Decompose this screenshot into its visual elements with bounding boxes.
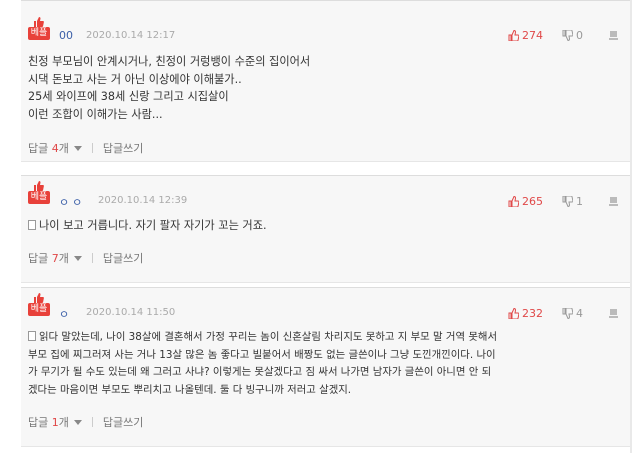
comment-line: 부모 집에 찌그러져 사는 거나 13살 많은 놈 좋다고 빌붙어서 배짱도 없… xyxy=(28,348,496,361)
document-icon xyxy=(28,220,36,230)
comment-author[interactable]: ㅇ xyxy=(59,306,69,322)
comment-item: 베플 00 2020.10.14 12:17 274 0 친정 부모님이 안계시… xyxy=(21,0,630,162)
upvote-count: 265 xyxy=(522,195,543,208)
upvote-count: 232 xyxy=(522,307,543,320)
upvote-button[interactable]: 265 xyxy=(508,195,543,208)
comment-list: 베플 00 2020.10.14 12:17 274 0 친정 부모님이 안계시… xyxy=(0,0,632,453)
comment-date: 2020.10.14 12:17 xyxy=(86,30,176,41)
downvote-count: 0 xyxy=(576,29,583,42)
downvote-count: 4 xyxy=(576,307,583,320)
comment-line: 이런 조합이 이해가는 사람... xyxy=(28,107,163,121)
report-icon[interactable] xyxy=(609,31,618,40)
thumbs-up-icon xyxy=(34,17,44,27)
comment-line: 친정 부모님이 안계시거나, 친정이 거렁뱅이 수준의 집이어서 xyxy=(28,55,311,68)
best-label: 베플 xyxy=(28,303,50,316)
comment-author[interactable]: ㅇㅇ xyxy=(59,194,85,210)
reply-toggle-button[interactable]: 답글 4개 xyxy=(28,142,82,155)
thumbs-down-icon xyxy=(562,196,573,207)
write-reply-button[interactable]: 답글쓰기 xyxy=(103,416,143,429)
best-label: 베플 xyxy=(28,27,50,40)
downvote-count: 1 xyxy=(576,195,583,208)
divider xyxy=(91,143,93,153)
thumbs-up-icon xyxy=(508,308,519,319)
thumbs-up-icon xyxy=(34,181,44,191)
divider xyxy=(91,253,93,263)
comment-line: 나이 보고 거릅니다. 자기 팔자 자기가 꼬는 거죠. xyxy=(28,217,628,235)
report-icon[interactable] xyxy=(609,309,618,318)
downvote-button[interactable]: 1 xyxy=(562,195,583,208)
reply-toggle-button[interactable]: 답글 7개 xyxy=(28,252,82,265)
report-icon[interactable] xyxy=(609,197,618,206)
document-icon xyxy=(28,331,36,341)
reply-count: 1 xyxy=(51,416,59,429)
comment-author[interactable]: 00 xyxy=(59,29,73,42)
write-reply-button[interactable]: 답글쓰기 xyxy=(103,142,143,155)
best-comment-badge: 베플 xyxy=(28,17,50,41)
upvote-button[interactable]: 232 xyxy=(508,307,543,320)
best-comment-badge: 베플 xyxy=(28,181,50,205)
thumbs-down-icon xyxy=(562,30,573,41)
comment-date: 2020.10.14 12:39 xyxy=(98,195,188,206)
upvote-count: 274 xyxy=(522,29,543,42)
comment-line: 시댁 돈보고 사는 거 아닌 이상에야 이해불가.. xyxy=(28,72,242,86)
divider xyxy=(91,417,93,427)
comment-footer: 답글 7개 답글쓰기 xyxy=(28,250,143,266)
comment-footer: 답글 4개 답글쓰기 xyxy=(28,140,143,156)
comment-item: 베플 ㅇ 2020.10.14 11:50 232 4 읽다 말았는데, 나이 … xyxy=(21,287,630,447)
upvote-button[interactable]: 274 xyxy=(508,29,543,42)
comment-line: 읽다 말았는데, 나이 38살에 결혼해서 가정 꾸리는 놈이 신혼살림 차리지… xyxy=(28,329,628,347)
chevron-down-icon xyxy=(73,146,82,151)
comment-body: 나이 보고 거릅니다. 자기 팔자 자기가 꼬는 거죠. xyxy=(28,217,628,235)
reply-count: 7 xyxy=(51,252,59,265)
thumbs-up-icon xyxy=(508,30,519,41)
comment-line: 겠다는 마음이면 부모도 뿌리치고 나올텐데. 둘 다 빙구니까 저러고 살겠지… xyxy=(28,383,352,396)
downvote-button[interactable]: 0 xyxy=(562,29,583,42)
comment-item: 베플 ㅇㅇ 2020.10.14 12:39 265 1 나이 보고 거릅니다.… xyxy=(21,175,630,283)
write-reply-button[interactable]: 답글쓰기 xyxy=(103,252,143,265)
reply-toggle-button[interactable]: 답글 1개 xyxy=(28,416,82,429)
chevron-down-icon xyxy=(73,420,82,425)
thumbs-down-icon xyxy=(562,308,573,319)
thumbs-up-icon xyxy=(34,293,44,303)
reply-count: 4 xyxy=(51,142,59,155)
comment-body: 친정 부모님이 안계시거나, 친정이 거렁뱅이 수준의 집이어서 시댁 돈보고 … xyxy=(28,53,628,123)
downvote-button[interactable]: 4 xyxy=(562,307,583,320)
best-comment-badge: 베플 xyxy=(28,293,50,317)
comment-line: 가 무기가 될 수도 있는데 왜 그러고 사냐? 이렇게는 못살겠다고 짐 싸서… xyxy=(28,366,492,378)
thumbs-up-icon xyxy=(508,196,519,207)
comment-body: 읽다 말았는데, 나이 38살에 결혼해서 가정 꾸리는 놈이 신혼살림 차리지… xyxy=(28,329,628,399)
best-label: 베플 xyxy=(28,191,50,204)
chevron-down-icon xyxy=(73,256,82,261)
comment-date: 2020.10.14 11:50 xyxy=(86,307,176,318)
comment-line: 25세 와이프에 38세 신랑 그리고 시집살이 xyxy=(28,90,229,103)
comment-footer: 답글 1개 답글쓰기 xyxy=(28,414,143,430)
